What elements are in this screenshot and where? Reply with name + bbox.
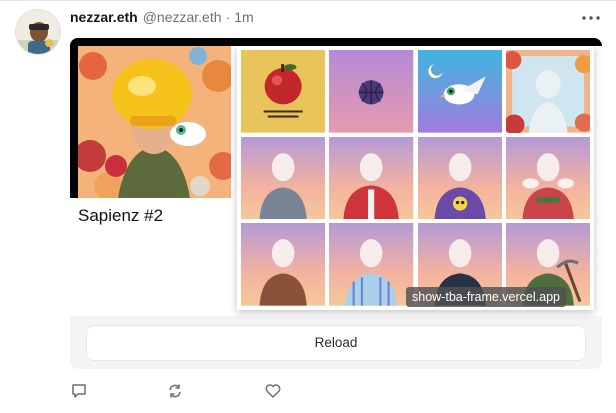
frame-embed-card: Sapienz #2 show-tba-frame.vercel.app Rel… <box>70 38 602 369</box>
grid-tile-brown-hoodie[interactable] <box>241 223 326 306</box>
recast-button[interactable] <box>166 382 184 400</box>
more-options-button[interactable] <box>580 10 602 26</box>
floral-silhouette-art-icon <box>505 50 590 133</box>
grid-tile-skull-suit[interactable] <box>417 136 502 220</box>
post-header: nezzar.eth @nezzar.eth · 1m <box>70 9 254 29</box>
frame-url-badge: show-tba-frame.vercel.app <box>406 287 566 307</box>
like-button[interactable] <box>264 382 282 400</box>
skull-suit-figure-art-icon <box>417 136 502 220</box>
bee-jacket-figure-art-icon <box>505 136 590 220</box>
grid-tile-flying-bird[interactable] <box>417 50 502 133</box>
avatar[interactable] <box>15 9 61 55</box>
red-jacket-figure-art-icon <box>329 136 414 220</box>
nft-title: Sapienz #2 <box>78 206 164 225</box>
grid-tile-big-apple[interactable] <box>241 50 326 133</box>
grid-tile-red-jacket[interactable] <box>329 136 414 220</box>
basketball-art-icon <box>329 50 414 133</box>
reply-button[interactable] <box>70 382 88 400</box>
sapienz-main-art <box>78 46 231 198</box>
grid-tile-striped-suit[interactable] <box>329 223 414 306</box>
flying-bird-art-icon <box>417 50 502 133</box>
header-separator: · <box>225 9 231 25</box>
comment-icon <box>72 384 86 398</box>
user-handle[interactable]: @nezzar.eth <box>143 9 222 25</box>
grid-tile-floral-silhouette[interactable] <box>505 50 590 133</box>
brown-hoodie-figure-art-icon <box>241 223 326 306</box>
big-apple-art-icon <box>241 50 326 133</box>
grid-tile-bee-jacket[interactable] <box>505 136 590 220</box>
recast-icon <box>169 384 181 398</box>
frame-image-left-bar <box>70 38 78 198</box>
frame-image[interactable]: Sapienz #2 show-tba-frame.vercel.app <box>70 38 602 316</box>
user-avatar-icon <box>16 10 60 54</box>
nft-grid <box>237 46 594 310</box>
display-name[interactable]: nezzar.eth <box>70 9 138 25</box>
grid-tile-basketball[interactable] <box>329 50 414 133</box>
ellipsis-horizontal-icon <box>582 16 600 20</box>
sapienz-helmet-character-icon <box>78 46 231 198</box>
hoodie-figure-art-icon <box>241 136 326 220</box>
grid-tile-hoodie[interactable] <box>241 136 326 220</box>
post-timestamp[interactable]: 1m <box>234 9 253 25</box>
reload-button[interactable]: Reload <box>86 325 586 361</box>
heart-icon <box>265 384 281 398</box>
top-divider <box>0 0 616 1</box>
frame-image-top-bar <box>70 38 602 46</box>
striped-suit-figure-art-icon <box>329 223 414 306</box>
